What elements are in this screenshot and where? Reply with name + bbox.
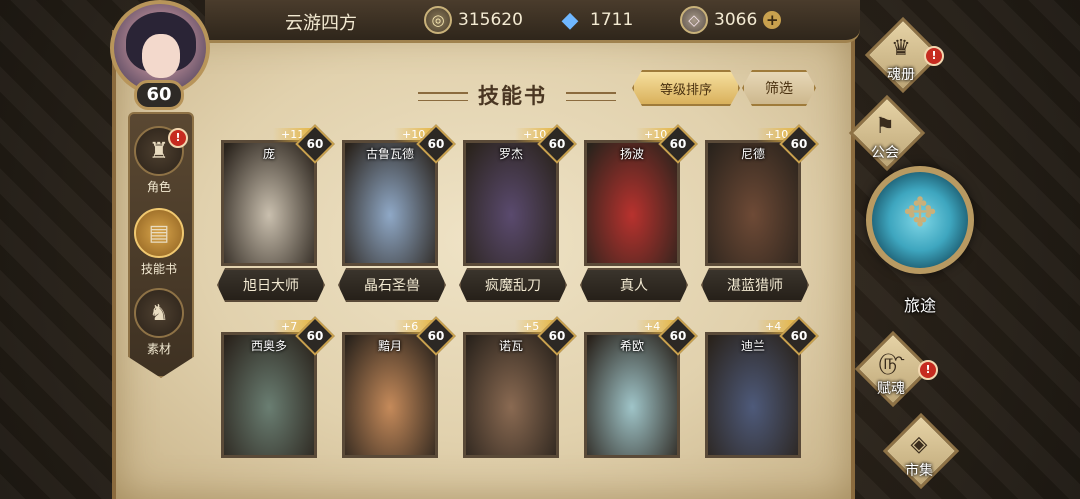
skill-book-card[interactable]: 罗杰 +10 60 疯魔乱刀: [463, 124, 577, 303]
add-gem-button[interactable]: +: [763, 11, 782, 29]
hero-portrait-frame: 诺瓦: [463, 332, 559, 458]
market-gem-icon: ◈: [910, 432, 928, 457]
nav-label: 公会: [871, 145, 899, 161]
gem-value: 3066: [714, 10, 758, 30]
gem-icon: ◇: [680, 6, 708, 34]
skill-book-card[interactable]: 尼德 +10 60 湛蓝猎师: [705, 124, 819, 303]
crystal-resource: ◆ 1711: [556, 6, 634, 34]
card-level: 60: [790, 329, 808, 343]
nav-label: 市集: [905, 463, 933, 479]
skill-book-name: 旭日大师: [217, 268, 325, 302]
side-item-label: 技能书: [140, 262, 177, 276]
player-avatar-block[interactable]: 60: [98, 0, 222, 110]
skill-book-name: 湛蓝猎师: [701, 268, 809, 302]
card-level: 60: [306, 329, 324, 343]
hero-portrait-frame: 尼德: [705, 140, 801, 266]
player-level-badge: 60: [134, 80, 184, 110]
skill-book-card[interactable]: 庞 +11 60 旭日大师: [221, 124, 335, 303]
journey-emblem-icon: ✥: [903, 190, 937, 236]
hero-portrait-frame: 西奥多: [221, 332, 317, 458]
side-item-material[interactable]: ♞ 素材: [128, 288, 190, 357]
card-level: 60: [548, 329, 566, 343]
nav-soul-book[interactable]: ♛ 魂册 !: [858, 16, 944, 94]
card-level: 60: [790, 137, 808, 151]
gem-resource[interactable]: ◇ 3066 +: [680, 6, 782, 34]
wolf-icon: ♞: [134, 288, 184, 338]
hero-portrait-frame: 扬波: [584, 140, 680, 266]
skill-book-card[interactable]: 希欧 +4 60: [584, 316, 698, 495]
book-icon: ▤: [134, 208, 184, 258]
side-item-label: 角色: [146, 180, 171, 194]
gold-resource: ◎ 315620: [424, 6, 523, 34]
nav-label: 魂册: [887, 67, 915, 83]
card-level: 60: [427, 137, 445, 151]
hero-portrait-frame: 罗杰: [463, 140, 559, 266]
gold-value: 315620: [458, 10, 523, 30]
skill-book-card[interactable]: 古鲁瓦德 +10 60 晶石圣兽: [342, 124, 456, 303]
guild-icon: ⚑: [875, 114, 895, 139]
skill-book-card[interactable]: 黯月 +6 60: [342, 316, 456, 495]
skill-book-name: 疯魔乱刀: [459, 268, 567, 302]
skill-book-name: 晶石圣兽: [338, 268, 446, 302]
alert-badge: !: [918, 360, 938, 380]
card-level: 60: [669, 137, 687, 151]
nav-label: 旅途: [903, 296, 936, 315]
title-ornament-right: [566, 92, 616, 101]
nav-market[interactable]: ◈ 市集: [876, 412, 962, 490]
card-level: 60: [669, 329, 687, 343]
hero-portrait-frame: 希欧: [584, 332, 680, 458]
page-title: 技能书: [478, 84, 547, 108]
skill-book-card[interactable]: 西奥多 +7 60: [221, 316, 335, 495]
nav-guild[interactable]: ⚑ 公会: [842, 94, 928, 172]
hero-portrait-frame: 迪兰: [705, 332, 801, 458]
skill-book-name: 真人: [580, 268, 688, 302]
skill-book-card[interactable]: 迪兰 +4 60: [705, 316, 819, 495]
card-level: 60: [548, 137, 566, 151]
hero-portrait-frame: 黯月: [342, 332, 438, 458]
skill-book-card[interactable]: 扬波 +10 60 真人: [584, 124, 698, 303]
alert-badge: !: [168, 128, 188, 148]
side-item-role[interactable]: ♜ 角色 !: [128, 126, 190, 195]
nav-label: 赋魂: [877, 381, 905, 397]
nav-journey[interactable]: ✥ 旅途: [864, 166, 976, 326]
side-item-skill-book[interactable]: ▤ 技能书: [128, 208, 190, 277]
crystal-value: 1711: [590, 10, 634, 30]
blue-crystal-icon: ◆: [561, 7, 579, 33]
side-item-label: 素材: [146, 342, 171, 356]
skill-book-card[interactable]: 诺瓦 +5 60: [463, 316, 577, 495]
player-name: 云游四方: [285, 13, 357, 34]
coin-icon: ◎: [424, 6, 452, 34]
card-level: 60: [427, 329, 445, 343]
level-sort-button[interactable]: 等级排序: [632, 70, 740, 106]
title-ornament-left: [418, 92, 468, 101]
card-level: 60: [306, 137, 324, 151]
filter-button[interactable]: 筛选: [742, 70, 816, 106]
hero-portrait-frame: 庞: [221, 140, 317, 266]
alert-badge: !: [924, 46, 944, 66]
hero-portrait-frame: 古鲁瓦德: [342, 140, 438, 266]
nav-fuhun[interactable]: ௹ 赋魂 !: [848, 330, 938, 408]
